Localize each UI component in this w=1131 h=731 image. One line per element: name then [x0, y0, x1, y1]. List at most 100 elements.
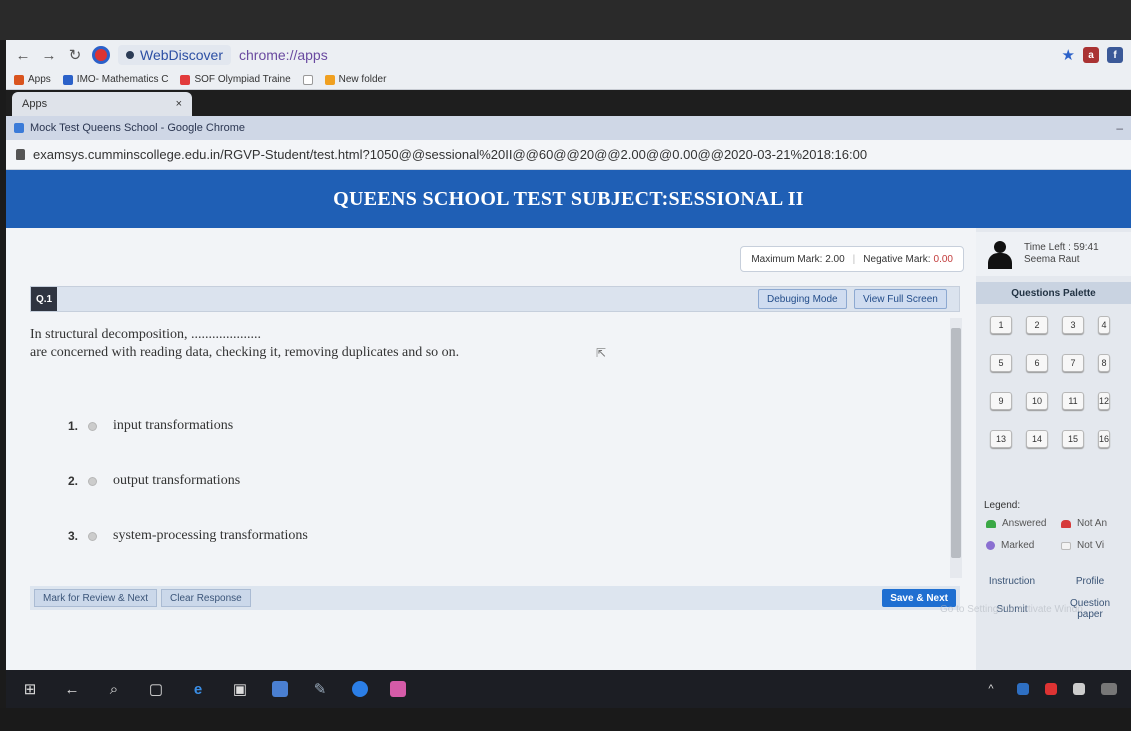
document-icon [302, 74, 313, 85]
bookmark-imo[interactable]: IMO- Mathematics C [62, 74, 169, 85]
palette-question-12[interactable]: 12 [1098, 392, 1110, 410]
palette-question-16[interactable]: 16 [1098, 430, 1110, 448]
option-number: 1. [68, 419, 79, 433]
inner-window-title: Mock Test Queens School - Google Chrome [30, 122, 246, 134]
keyboard-icon[interactable] [1101, 683, 1117, 695]
palette-question-8[interactable]: 8 [1098, 354, 1110, 372]
bookmark-star-icon[interactable]: ★ [1062, 46, 1075, 64]
mouse-cursor-icon: ⇱ [596, 346, 607, 360]
forward-arrow-icon[interactable]: → [40, 47, 58, 64]
avatar [986, 239, 1014, 269]
tab-close-icon[interactable]: × [176, 98, 182, 110]
notification-icon[interactable] [1073, 683, 1085, 695]
task-view-icon[interactable]: ▢ [146, 679, 166, 699]
palette-question-3[interactable]: 3 [1062, 316, 1084, 334]
bookmark-sof[interactable]: SOF Olympiad Traine [180, 74, 291, 85]
mark-for-review-button[interactable]: Mark for Review & Next [34, 589, 158, 607]
question-number: Q.1 [31, 287, 57, 311]
palette-question-7[interactable]: 7 [1062, 354, 1084, 372]
time-left: Time Left : 59:41 [1024, 242, 1099, 253]
marks-separator: | [852, 253, 856, 265]
bookmark-label: New folder [338, 74, 387, 85]
avatar-body [988, 253, 1012, 269]
search-engine-pill[interactable]: WebDiscover [118, 45, 231, 65]
window-icon [14, 123, 24, 133]
address-bar[interactable]: chrome://apps [239, 47, 1054, 63]
bookmark-new-folder[interactable]: New folder [324, 74, 387, 85]
bookmark-apps[interactable]: Apps [14, 74, 51, 85]
debug-mode-button[interactable]: Debuging Mode [758, 289, 847, 309]
palette-question-10[interactable]: 10 [1026, 392, 1048, 410]
avatar-head [994, 241, 1006, 253]
option-radio[interactable] [88, 421, 97, 431]
option-3[interactable]: 3. system-processing transformations [68, 528, 308, 544]
question-line-1: In structural decomposition, ...........… [30, 327, 261, 342]
back-arrow-icon[interactable]: ← [14, 47, 32, 64]
search-icon[interactable]: ⌕ [104, 679, 124, 699]
option-text: input transformations [113, 418, 234, 433]
windows-start-icon[interactable]: ⊞ [20, 679, 40, 699]
bookmark-label: IMO- Mathematics C [76, 74, 169, 85]
bookmark-blank[interactable] [302, 74, 313, 85]
back-icon[interactable]: ← [62, 679, 82, 699]
view-full-screen-button[interactable]: View Full Screen [854, 289, 947, 309]
legend-label: Not An [1077, 518, 1108, 529]
palette-question-14[interactable]: 14 [1026, 430, 1048, 448]
browser-profile-icon[interactable] [92, 46, 110, 64]
user-details: Time Left : 59:41 Seema Raut [1024, 242, 1099, 266]
bookmark-label: SOF Olympiad Traine [194, 74, 291, 85]
option-radio[interactable] [88, 531, 97, 541]
minimize-icon[interactable]: – [1116, 121, 1123, 135]
question-area: Maximum Mark: 2.00 | Negative Mark: 0.00… [30, 240, 970, 615]
option-text: output transformations [113, 473, 241, 488]
palette-question-4[interactable]: 4 [1098, 316, 1110, 334]
palette-question-2[interactable]: 2 [1026, 316, 1048, 334]
palette-question-9[interactable]: 9 [990, 392, 1012, 410]
edge-browser-icon[interactable]: e [188, 679, 208, 699]
palette-question-13[interactable]: 13 [990, 430, 1012, 448]
chevron-up-icon[interactable]: ^ [981, 679, 1001, 699]
paint-icon[interactable]: ✎ [310, 679, 330, 699]
clear-response-button[interactable]: Clear Response [161, 589, 251, 607]
legend-label: Not Vi [1077, 540, 1105, 551]
bookmarks-bar: Apps IMO- Mathematics C SOF Olympiad Tra… [6, 70, 1131, 90]
reload-icon[interactable]: ↻ [66, 46, 84, 64]
store-icon[interactable]: ▣ [230, 679, 250, 699]
tray-app-icon[interactable] [1045, 683, 1057, 695]
user-name: Seema Raut [1024, 254, 1080, 265]
tab-apps-label: Apps [22, 98, 48, 110]
option-number: 2. [68, 474, 79, 488]
screen: ← → ↻ WebDiscover chrome://apps ★ a f Ap… [0, 0, 1131, 731]
app-circle-icon[interactable] [352, 681, 368, 697]
chrome-icon[interactable] [390, 681, 406, 697]
extension-icon-f[interactable]: f [1107, 47, 1123, 63]
tab-apps[interactable]: Apps × [12, 92, 192, 116]
question-header-bar: Q.1 Debuging Mode View Full Screen [30, 286, 960, 312]
test-banner: QUEENS SCHOOL TEST SUBJECT:SESSIONAL II [6, 170, 1131, 228]
inner-address-bar[interactable]: examsys.cumminscollege.edu.in/RGVP-Stude… [6, 140, 1131, 170]
max-mark: Maximum Mark: 2.00 [751, 253, 845, 265]
question-text: In structural decomposition, ...........… [30, 326, 930, 362]
sof-icon [180, 74, 191, 85]
outer-browser-toolbar: ← → ↻ WebDiscover chrome://apps ★ a f [6, 40, 1131, 70]
word-icon[interactable] [1017, 683, 1029, 695]
instruction-tab[interactable]: Instruction [982, 570, 1042, 592]
question-line-2: are concerned with reading data, checkin… [30, 345, 460, 360]
apps-grid-icon [14, 74, 24, 85]
palette-question-5[interactable]: 5 [990, 354, 1012, 372]
neg-mark-label: Negative Mark: [863, 253, 931, 265]
question-scrollbar[interactable] [950, 318, 962, 578]
palette-question-1[interactable]: 1 [990, 316, 1012, 334]
option-1[interactable]: 1. input transformations [68, 418, 233, 434]
palette-question-15[interactable]: 15 [1062, 430, 1084, 448]
scrollbar-thumb[interactable] [951, 328, 961, 558]
extension-icon-a[interactable]: a [1083, 47, 1099, 63]
option-2[interactable]: 2. output transformations [68, 473, 240, 489]
option-radio[interactable] [88, 476, 97, 486]
file-explorer-icon[interactable] [272, 681, 288, 697]
palette-question-6[interactable]: 6 [1026, 354, 1048, 372]
screen-bezel [0, 708, 1131, 731]
palette-question-11[interactable]: 11 [1062, 392, 1084, 410]
bookmark-label: Apps [28, 74, 51, 85]
profile-tab[interactable]: Profile [1060, 570, 1120, 592]
